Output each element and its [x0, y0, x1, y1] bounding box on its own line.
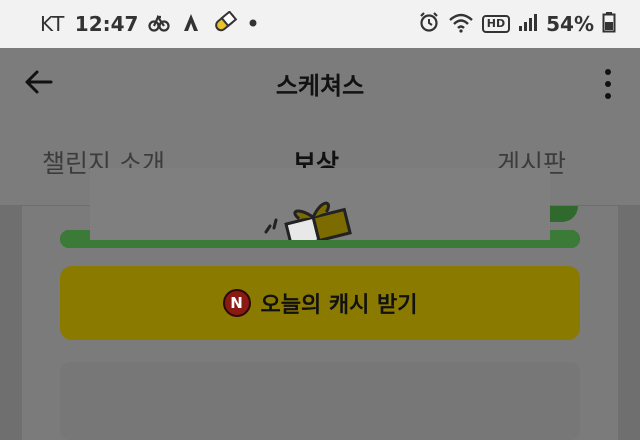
more-vertical-icon [605, 69, 611, 75]
hd-icon: HD [481, 15, 511, 33]
page-title: 스케쳐스 [275, 71, 365, 100]
status-bar-right: HD 54% [418, 11, 616, 38]
dot-icon [248, 11, 258, 38]
status-bar-left: KT 12:47 [40, 9, 258, 38]
reward-card [60, 362, 580, 440]
pill-icon [212, 9, 238, 38]
naver-n-icon: N [222, 289, 251, 317]
signal-icon [518, 11, 538, 38]
clock: 12:47 [74, 12, 139, 36]
reward-image [90, 168, 550, 240]
app-header: 스케쳐스 [0, 48, 640, 118]
get-daily-cash-label: 오늘의 캐시 받기 [260, 293, 418, 318]
bike-icon [148, 11, 171, 38]
wifi-icon [448, 11, 474, 38]
arrow-left-icon [23, 69, 53, 99]
alarm-icon [418, 11, 440, 38]
gift-box-icon [90, 201, 550, 240]
get-daily-cash-button[interactable]: N 오늘의 캐시 받기 [60, 266, 580, 340]
more-options-button[interactable] [598, 64, 618, 104]
battery-icon [602, 11, 616, 38]
carrier-label: KT [40, 12, 65, 36]
back-button[interactable] [18, 64, 58, 104]
rewards-content: N 오늘의 캐시 받기 [0, 206, 640, 440]
strava-icon [180, 11, 202, 38]
status-bar: KT 12:47 HD 54% [0, 0, 640, 48]
battery-percent: 54% [546, 12, 594, 36]
